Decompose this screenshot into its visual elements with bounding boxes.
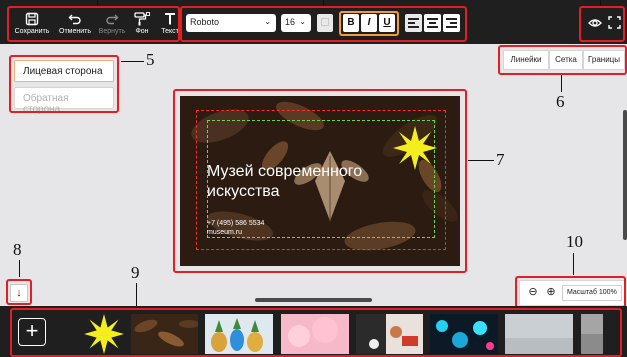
highlight-toolbar-actions <box>7 6 180 42</box>
callout-6: 6 <box>556 92 565 111</box>
leader-line <box>600 0 601 6</box>
horizontal-scrollbar[interactable] <box>255 298 372 302</box>
leader-line <box>468 160 494 161</box>
highlight-view-controls <box>579 6 625 42</box>
leader-line <box>573 253 574 275</box>
callout-10: 10 <box>566 232 583 251</box>
leader-line <box>19 260 20 277</box>
leader-line <box>97 0 98 6</box>
top-toolbar: Сохранить Отменить Вернуть Фон Текст Rob… <box>0 0 627 44</box>
vertical-scrollbar[interactable] <box>623 110 627 240</box>
leader-line <box>121 61 144 62</box>
callout-7: 7 <box>496 150 505 169</box>
leader-line <box>136 283 137 306</box>
callout-9: 9 <box>131 263 140 282</box>
highlight-view-toggles <box>498 45 627 75</box>
highlight-card-canvas <box>173 89 467 273</box>
highlight-side-switch <box>9 55 119 113</box>
highlight-text-settings <box>180 6 467 42</box>
highlight-element-library <box>10 308 622 357</box>
callout-5: 5 <box>146 50 155 69</box>
leader-line <box>561 75 562 92</box>
highlight-collapse-button <box>6 279 32 305</box>
highlight-zoom-controls <box>515 276 626 308</box>
callout-8: 8 <box>13 240 22 259</box>
leader-line <box>323 0 324 6</box>
